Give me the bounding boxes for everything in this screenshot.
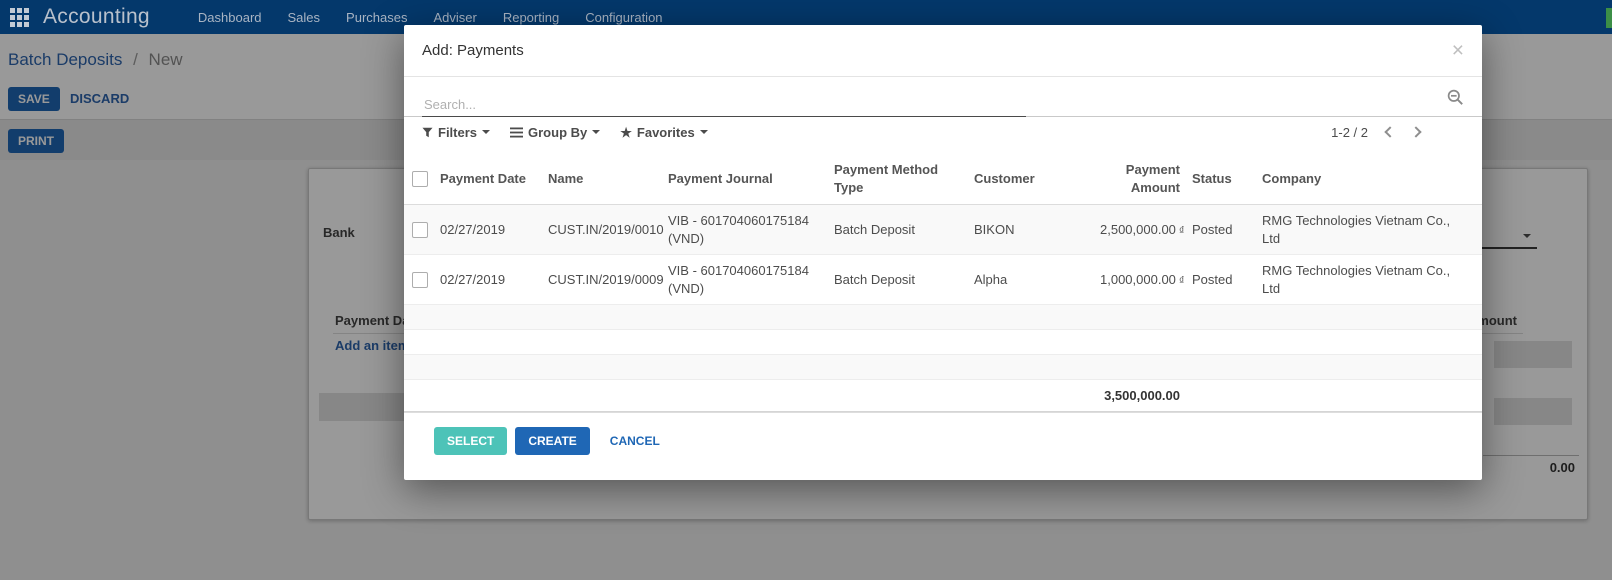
chevron-down-icon [592,130,600,134]
chevron-down-icon [482,130,490,134]
dialog-title: Add: Payments [422,42,524,59]
pager-previous-icon[interactable] [1384,126,1395,137]
cancel-button[interactable]: CANCEL [598,427,672,455]
empty-row [404,355,1482,380]
header-status[interactable]: Status [1186,170,1256,188]
row-checkbox[interactable] [412,272,428,288]
pager: 1-2 / 2 [1331,125,1420,140]
menu-dashboard[interactable]: Dashboard [198,10,262,25]
favorites-dropdown[interactable]: ★ Favorites [620,125,707,140]
pager-next-icon[interactable] [1410,126,1421,137]
header-company[interactable]: Company [1256,170,1482,188]
name-cell: CUST.IN/2019/0009 [542,271,662,289]
company-cell: RMG Technologies Vietnam Co., Ltd [1256,212,1482,247]
group-by-icon [510,127,523,138]
customer-cell: Alpha [968,271,1094,289]
row-checkbox-cell [404,272,434,288]
select-all-checkbox[interactable] [412,171,428,187]
favorites-label: Favorites [637,125,695,140]
currency-symbol: ₫ [1179,275,1185,287]
filters-dropdown[interactable]: Filters [422,125,490,140]
list-header-row: Payment Date Name Payment Journal Paymen… [404,153,1482,205]
add-payments-dialog: Add: Payments × Filters Group By [404,25,1482,480]
group-by-label: Group By [528,125,587,140]
header-payment-method-type[interactable]: Payment Method Type [828,161,968,196]
payment-journal-cell: VIB - 601704060175184 (VND) [662,262,828,297]
menu-sales[interactable]: Sales [288,10,321,25]
name-cell: CUST.IN/2019/0010 [542,221,662,239]
select-all-cell [404,171,434,187]
empty-row [404,305,1482,330]
status-cell: Posted [1186,271,1256,289]
search-input[interactable] [422,93,1026,117]
currency-symbol: ₫ [1179,225,1185,237]
dialog-header: Add: Payments × [404,25,1482,77]
payment-date-cell: 02/27/2019 [434,221,542,239]
app-title: Accounting [43,5,150,29]
header-payment-amount[interactable]: Payment Amount [1094,161,1186,196]
customer-cell: BIKON [968,221,1094,239]
total-row: 3,500,000.00 [404,380,1482,412]
main-menu: Dashboard Sales Purchases Adviser Report… [198,10,663,25]
menu-configuration[interactable]: Configuration [585,10,662,25]
row-checkbox[interactable] [412,222,428,238]
payment-amount-cell: 2,500,000.00₫ [1094,221,1186,239]
table-row[interactable]: 02/27/2019 CUST.IN/2019/0010 VIB - 60170… [404,205,1482,255]
filters-label: Filters [438,125,477,140]
menu-reporting[interactable]: Reporting [503,10,559,25]
chevron-down-icon [700,130,708,134]
star-icon: ★ [620,126,632,139]
status-cell: Posted [1186,221,1256,239]
navbar-right-partial-element [1606,8,1612,28]
payment-date-cell: 02/27/2019 [434,271,542,289]
menu-purchases[interactable]: Purchases [346,10,407,25]
payment-journal-cell: VIB - 601704060175184 (VND) [662,212,828,247]
select-button[interactable]: SELECT [434,427,507,455]
menu-adviser[interactable]: Adviser [433,10,476,25]
payments-list: Payment Date Name Payment Journal Paymen… [404,153,1482,412]
header-payment-journal[interactable]: Payment Journal [662,170,828,188]
total-amount: 3,500,000.00 [1094,387,1186,405]
create-button[interactable]: CREATE [515,427,589,455]
payment-method-cell: Batch Deposit [828,271,968,289]
header-payment-date[interactable]: Payment Date [434,170,542,188]
empty-row [404,330,1482,355]
search-magnifier-icon[interactable] [1447,89,1464,111]
payment-amount-cell: 1,000,000.00₫ [1094,271,1186,289]
header-customer[interactable]: Customer [968,170,1094,188]
company-cell: RMG Technologies Vietnam Co., Ltd [1256,262,1482,297]
filter-bar: Filters Group By ★ Favorites 1-2 / 2 [404,117,1482,147]
dialog-footer: SELECT CREATE CANCEL [404,412,1482,480]
row-checkbox-cell [404,222,434,238]
payment-method-cell: Batch Deposit [828,221,968,239]
table-row[interactable]: 02/27/2019 CUST.IN/2019/0009 VIB - 60170… [404,255,1482,305]
header-name[interactable]: Name [542,170,662,188]
close-icon[interactable]: × [1452,40,1464,61]
search-bar [404,77,1482,117]
filter-group: Filters Group By ★ Favorites [422,125,708,140]
group-by-dropdown[interactable]: Group By [510,125,600,140]
pager-range: 1-2 / 2 [1331,125,1368,140]
apps-grid-icon[interactable] [10,8,29,27]
funnel-icon [422,127,433,138]
